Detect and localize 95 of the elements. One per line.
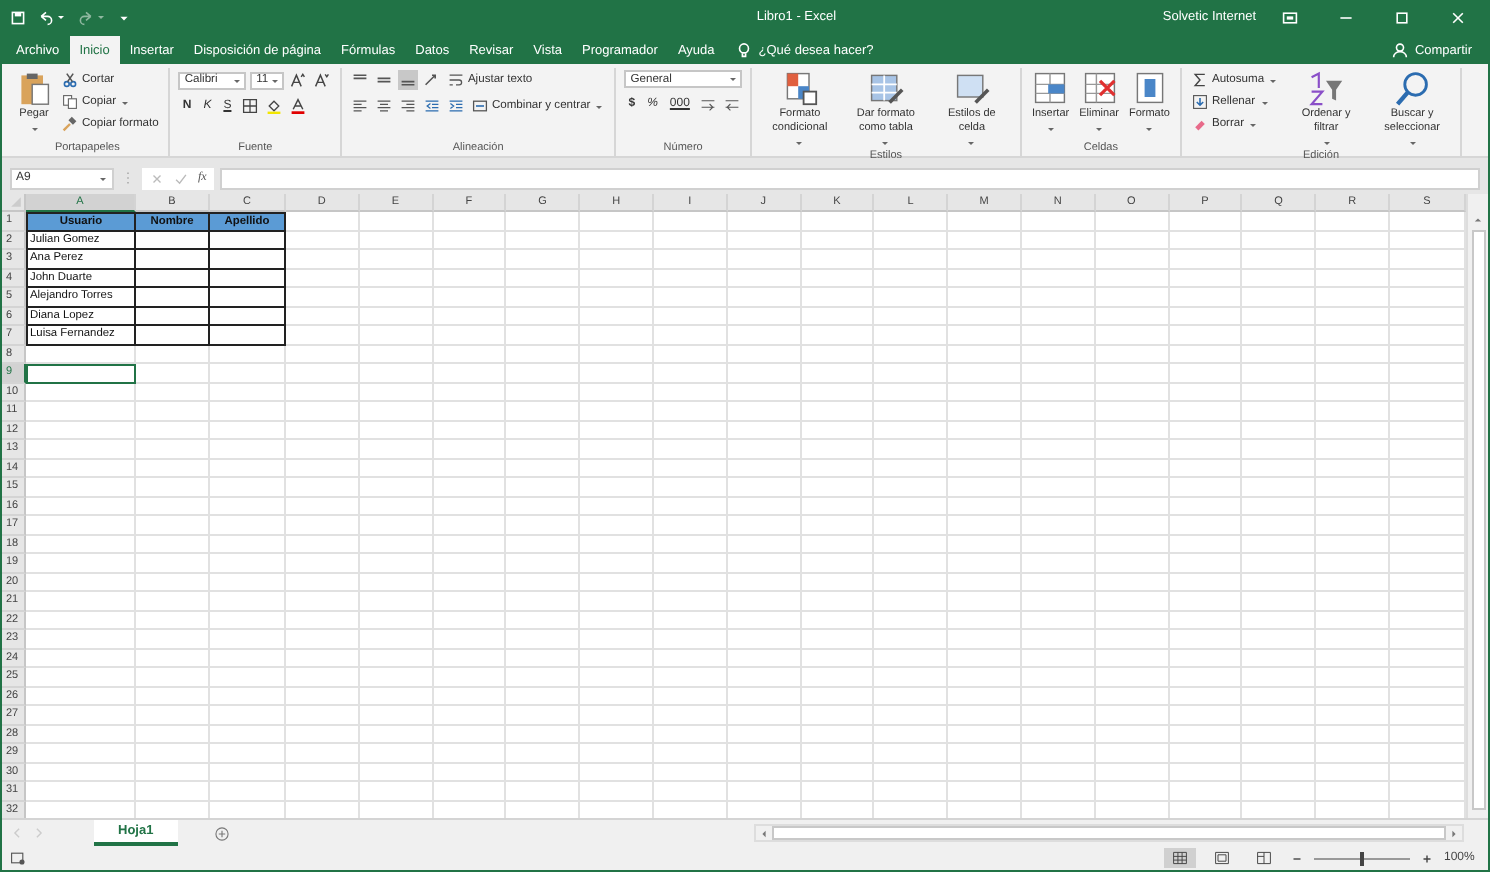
brush-icon [62, 116, 78, 132]
fill-color-icon [265, 98, 282, 114]
magnifier-icon [1394, 70, 1431, 106]
cell-styles-icon [953, 70, 990, 106]
ribbon-options-icon [1282, 9, 1299, 25]
eraser-icon [1191, 116, 1208, 132]
caret-icon [29, 123, 39, 134]
formula-input[interactable] [220, 167, 1480, 189]
merge-icon [471, 98, 488, 114]
align-right-icon [399, 98, 416, 114]
lightbulb-icon [736, 42, 753, 58]
caret-icon [1259, 97, 1270, 107]
ribbon-button[interactable] [373, 96, 394, 116]
caret-icon [96, 12, 106, 22]
caret-icon [120, 97, 131, 107]
person-icon [1392, 42, 1409, 58]
font-grow-icon [289, 72, 306, 88]
enter-icon [174, 171, 188, 185]
undo-icon [38, 9, 54, 25]
ribbon-button[interactable] [397, 70, 418, 90]
caret-icon [269, 75, 280, 85]
maximize-icon [1394, 9, 1411, 25]
ribbon-button[interactable] [287, 96, 308, 116]
decimal-decrease-icon [723, 96, 740, 112]
decimal-increase-icon [699, 96, 716, 112]
redo-button[interactable] [78, 9, 106, 25]
caret-icon [98, 173, 108, 183]
caret-icon [1094, 123, 1105, 134]
table-format-icon [867, 70, 904, 106]
plus-icon[interactable] [1420, 851, 1434, 865]
ribbon-button[interactable] [445, 96, 466, 116]
caret-icon [1248, 119, 1259, 129]
scissors-icon [62, 72, 78, 88]
caret-icon [1144, 123, 1155, 134]
ribbon-button[interactable] [263, 96, 284, 116]
ribbon-button[interactable] [421, 70, 442, 90]
caret-icon [966, 137, 977, 148]
caret-icon [727, 74, 738, 84]
caret-icon [880, 137, 891, 148]
font-color-icon [289, 98, 306, 114]
clipboard-icon [16, 70, 52, 106]
font-shrink-icon [313, 72, 330, 88]
vertical-scrollbar[interactable] [1466, 194, 1488, 818]
caret-icon [1045, 123, 1056, 134]
ribbon-button[interactable] [397, 96, 418, 116]
page-layout-icon [1214, 850, 1230, 866]
ribbon-button[interactable] [239, 96, 260, 116]
fill-down-icon [1191, 94, 1208, 110]
ribbon-button[interactable] [311, 70, 332, 90]
align-middle-icon [375, 72, 392, 88]
add-sheet-icon[interactable] [213, 825, 230, 841]
caret-icon [594, 101, 605, 111]
redo-icon [78, 9, 94, 25]
page-break-icon [1256, 850, 1272, 866]
view-button[interactable] [1164, 848, 1196, 868]
align-left-icon [351, 98, 368, 114]
close-icon [1450, 9, 1467, 25]
borders-icon [241, 98, 258, 114]
align-center-icon [375, 98, 392, 114]
prev-sheet-icon[interactable] [10, 826, 24, 840]
cancel-icon [150, 171, 164, 185]
conditional-format-icon [781, 70, 818, 106]
caret-icon [1407, 137, 1418, 148]
caret-icon [56, 12, 66, 22]
save-button[interactable] [10, 9, 26, 25]
caret-icon [1321, 137, 1332, 148]
selected-cell[interactable] [26, 364, 136, 383]
caret-icon [232, 75, 243, 85]
ribbon-button[interactable] [721, 94, 742, 114]
undo-button[interactable] [38, 9, 66, 25]
copy-icon [62, 94, 78, 110]
macro-icon [10, 850, 26, 866]
autosum-icon [1191, 72, 1208, 88]
customize-button[interactable] [118, 11, 130, 23]
next-sheet-icon[interactable] [32, 826, 46, 840]
sort-filter-icon [1308, 70, 1345, 106]
ribbon-button[interactable] [349, 96, 370, 116]
insert-cells-icon [1032, 70, 1069, 106]
scroll-thumb[interactable] [772, 826, 1446, 840]
orientation-icon [423, 72, 440, 88]
delete-cells-icon [1081, 70, 1118, 106]
ribbon-button[interactable] [421, 96, 442, 116]
wrap-text-icon [447, 72, 464, 88]
save-icon [10, 9, 26, 25]
ribbon-button[interactable] [287, 70, 308, 90]
scroll-thumb[interactable] [1471, 230, 1485, 810]
normal-view-icon [1172, 850, 1188, 866]
ribbon-button[interactable] [697, 94, 718, 114]
format-cells-icon [1131, 70, 1168, 106]
caret-icon [1268, 75, 1279, 85]
indent-increase-icon [447, 98, 464, 114]
indent-decrease-icon [423, 98, 440, 114]
select-all-button[interactable] [2, 194, 26, 212]
horizontal-scrollbar[interactable] [754, 824, 1464, 842]
caret-icon [794, 137, 805, 148]
